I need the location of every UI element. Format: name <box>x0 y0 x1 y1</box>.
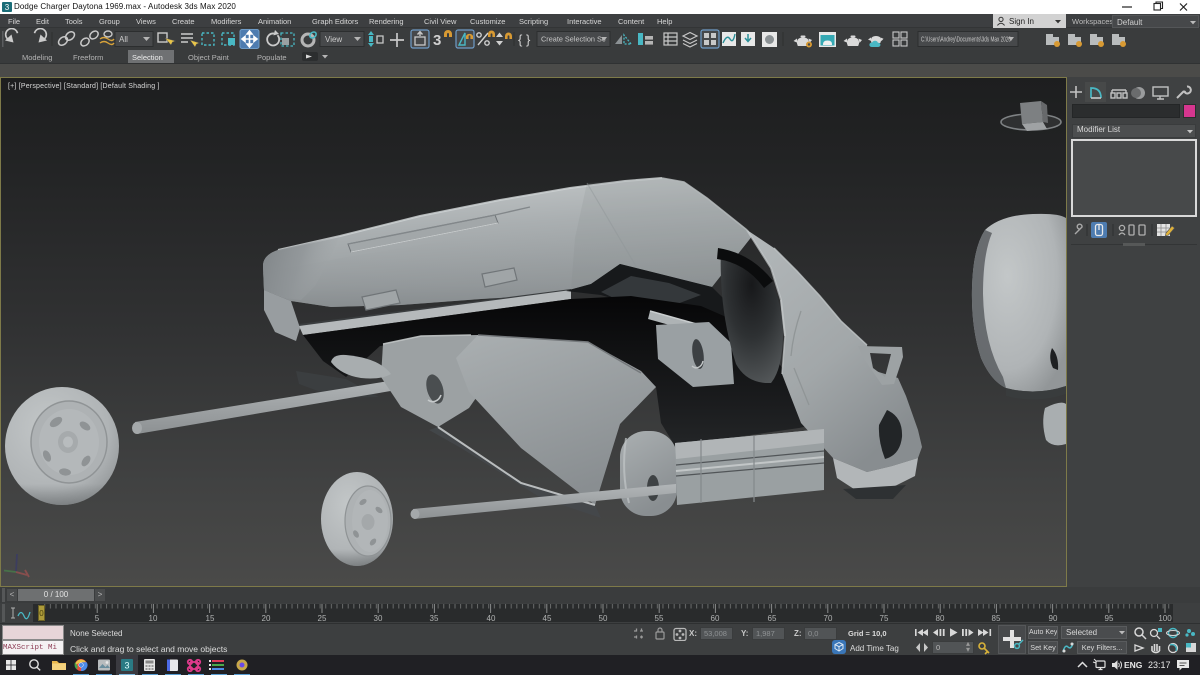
svg-text:70: 70 <box>824 614 833 622</box>
svg-text:55: 55 <box>655 614 664 622</box>
svg-text:80: 80 <box>936 614 945 622</box>
svg-text:25: 25 <box>318 614 327 622</box>
svg-text:60: 60 <box>711 614 720 622</box>
svg-text:30: 30 <box>374 614 383 622</box>
svg-text:45: 45 <box>543 614 552 622</box>
svg-text:35: 35 <box>430 614 439 622</box>
svg-text:{ }: { } <box>518 32 531 47</box>
svg-text:90: 90 <box>1049 614 1058 622</box>
svg-text:40: 40 <box>487 614 496 622</box>
svg-text:C:\Users\Andrey\Documents\3ds: C:\Users\Andrey\Documents\3ds Max 2020 <box>921 37 1011 44</box>
svg-text:65: 65 <box>768 614 777 622</box>
svg-text:All: All <box>119 35 128 44</box>
svg-text:100: 100 <box>1158 614 1172 622</box>
svg-text:Create Selection Se: Create Selection Se <box>541 35 606 44</box>
svg-text:50: 50 <box>599 614 608 622</box>
svg-text:15: 15 <box>206 614 215 622</box>
svg-text:3: 3 <box>5 3 10 12</box>
svg-text:3: 3 <box>433 32 441 49</box>
svg-text:20: 20 <box>262 614 271 622</box>
svg-text:View: View <box>325 35 342 44</box>
svg-text:75: 75 <box>880 614 889 622</box>
svg-text:95: 95 <box>1105 614 1114 622</box>
svg-text:10: 10 <box>149 614 158 622</box>
svg-text:5: 5 <box>95 614 100 622</box>
svg-text:85: 85 <box>992 614 1001 622</box>
svg-text:3: 3 <box>124 661 129 671</box>
